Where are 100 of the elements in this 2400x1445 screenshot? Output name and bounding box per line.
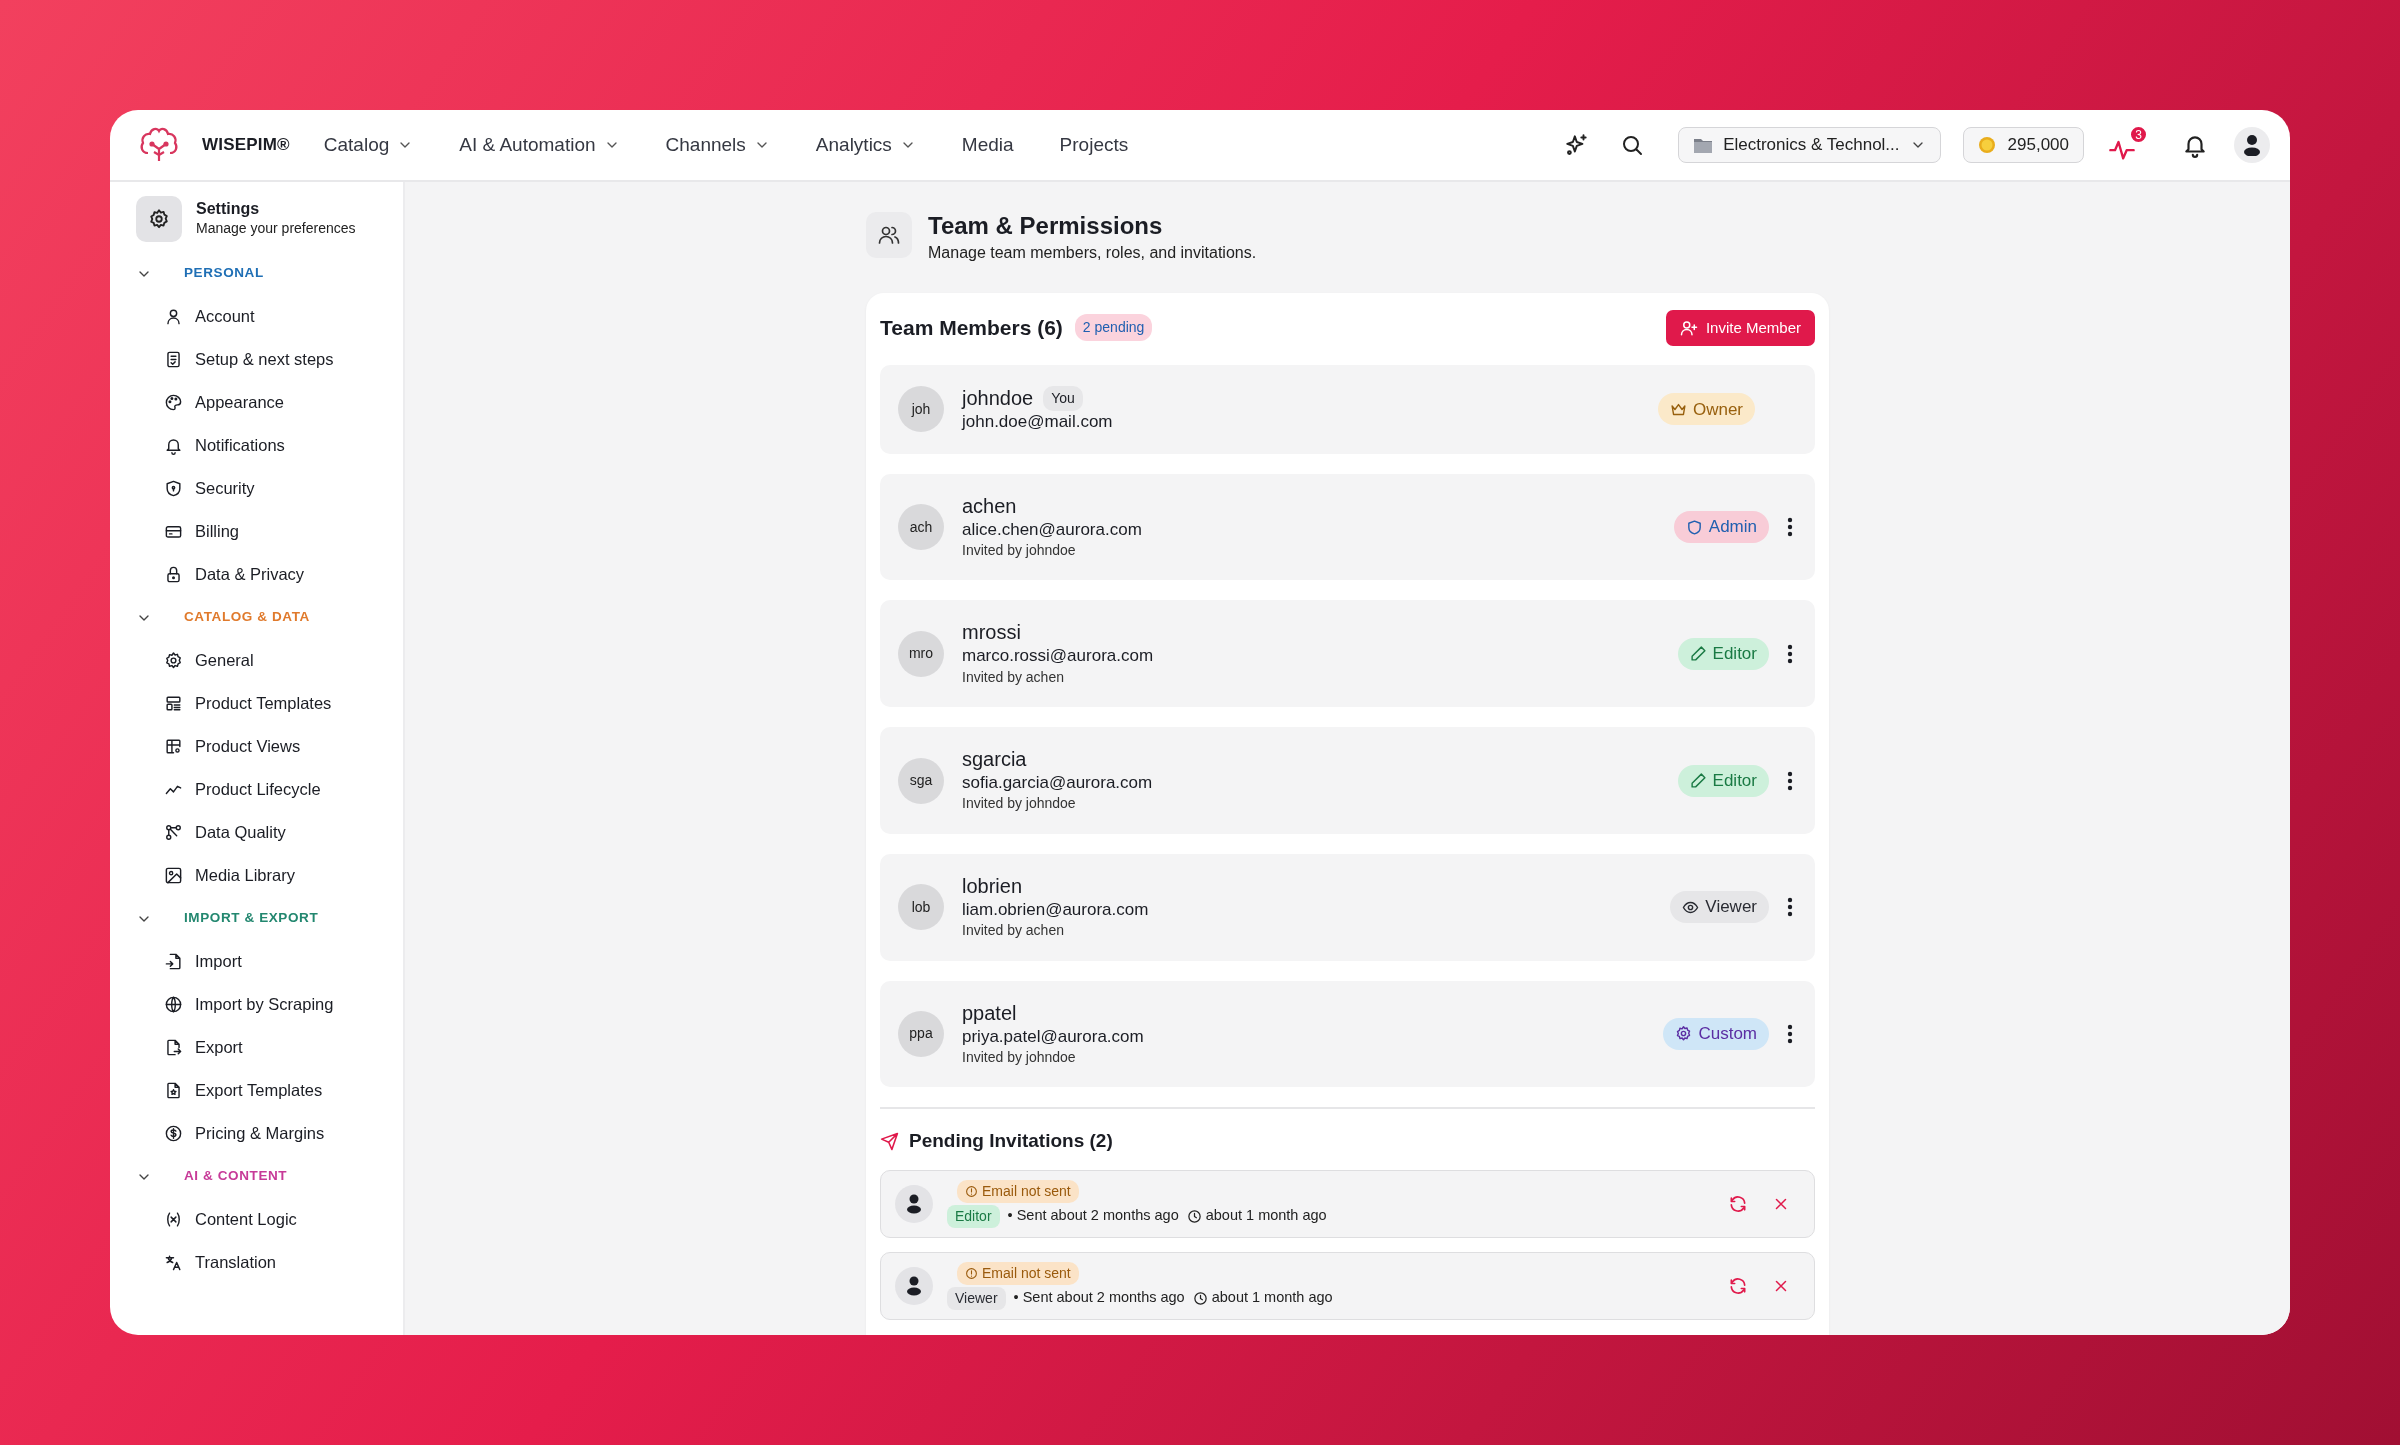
sidebar-item[interactable]: Product Lifecycle [136, 768, 403, 811]
credits-amount: 295,000 [2007, 134, 2069, 157]
folder-icon [1693, 136, 1714, 154]
pencil-icon [1689, 772, 1707, 789]
sidebar-item[interactable]: Data Quality [136, 811, 403, 854]
page-subtitle: Manage team members, roles, and invitations. [928, 242, 1257, 263]
sidebar-item[interactable]: Product Templates [136, 682, 403, 725]
email-status-badge: Email not sent [957, 1179, 1079, 1203]
pencil-icon [1689, 645, 1707, 663]
table-icon [164, 737, 183, 756]
palette-icon [164, 393, 183, 412]
kebab-icon [1787, 897, 1793, 918]
sidebar-item[interactable]: Media Library [136, 854, 403, 897]
section-heading: PERSONAL [184, 264, 264, 283]
template-icon [164, 694, 183, 713]
member-email: sofia.garcia@aurora.com [962, 772, 1153, 795]
search-icon [1620, 133, 1645, 157]
brand-name: WISEPIM® [202, 134, 290, 157]
member-email: john.doe@mail.com [962, 410, 1113, 433]
member-avatar: joh [898, 386, 944, 433]
you-tag: You [1043, 385, 1083, 411]
pending-count-badge: 2 pending [1074, 314, 1153, 342]
checklist-icon [164, 350, 183, 369]
dollar-icon [164, 1124, 183, 1143]
file-export-icon [164, 1038, 183, 1057]
member-email: alice.chen@aurora.com [962, 518, 1142, 541]
kebab-icon [1787, 770, 1793, 791]
member-avatar: sga [898, 757, 944, 804]
image-icon [164, 866, 183, 885]
globe-icon [164, 995, 183, 1014]
alert-icon [965, 1266, 978, 1280]
settings-icon [148, 208, 170, 230]
section-heading: IMPORT & EXPORT [184, 909, 319, 928]
expiry-time-text: about 1 month ago [1205, 1206, 1327, 1226]
nav-menu-item[interactable]: Analytics [815, 130, 916, 160]
member-email: priya.patel@aurora.com [962, 1025, 1144, 1048]
file-star-icon [164, 1081, 183, 1100]
refresh-icon [1728, 1193, 1748, 1214]
member-name: mrossi [962, 620, 1021, 646]
gear-icon [164, 651, 183, 670]
sidebar-item[interactable]: Security [136, 467, 403, 510]
invite-member-button[interactable]: Invite Member [1665, 309, 1815, 346]
invited-by-text: Invited by johndoe [962, 540, 1077, 560]
sent-time-text: • Sent about 2 months ago [1013, 1288, 1185, 1308]
member-email: marco.rossi@aurora.com [962, 645, 1154, 668]
member-name: lobrien [962, 873, 1023, 899]
kebab-icon [1787, 517, 1793, 538]
sidebar-item[interactable]: Import [136, 940, 403, 983]
sidebar-item[interactable]: Pricing & Margins [136, 1112, 403, 1155]
sidebar-item[interactable]: Appearance [136, 381, 403, 424]
refresh-icon [1728, 1275, 1748, 1296]
person-icon [905, 1275, 923, 1296]
sidebar-item[interactable]: Export Templates [136, 1069, 403, 1112]
kebab-icon [1787, 1023, 1793, 1044]
section-heading: AI & CONTENT [184, 1167, 288, 1186]
sidebar-item[interactable]: Notifications [136, 424, 403, 467]
member-avatar: ach [898, 504, 944, 551]
section-heading: CATALOG & DATA [184, 608, 310, 627]
role-badge: Editor [1677, 637, 1769, 670]
person-icon [905, 1193, 923, 1214]
user-plus-icon [1679, 318, 1698, 337]
nav-menu-item[interactable]: Media [961, 130, 1014, 160]
shield-icon [1685, 518, 1703, 536]
bell-icon [164, 436, 183, 455]
sidebar-item[interactable]: Translation [136, 1241, 403, 1284]
invited-by-text: Invited by achen [962, 920, 1065, 940]
workspace-dropdown[interactable]: Electronics & Technol... [1678, 127, 1941, 163]
member-avatar: lob [898, 884, 944, 931]
role-badge: Editor [947, 1204, 1000, 1228]
member-avatar: ppa [898, 1010, 944, 1057]
nav-menu-item[interactable]: AI & Automation [459, 130, 620, 160]
nav-menu-item[interactable]: Projects [1059, 130, 1129, 160]
sent-time-text: • Sent about 2 months ago [1007, 1206, 1179, 1226]
coin-icon [1977, 136, 1996, 154]
send-icon [880, 1132, 899, 1151]
activity-button[interactable]: 3 [2106, 125, 2148, 165]
file-import-icon [164, 952, 183, 971]
sidebar-title: Settings [196, 198, 261, 219]
invited-by-text: Invited by achen [962, 667, 1065, 687]
sidebar-item[interactable]: Setup & next steps [136, 338, 403, 381]
person-icon [164, 307, 183, 326]
sidebar-item[interactable]: Product Views [136, 725, 403, 768]
user-avatar-button[interactable] [2234, 127, 2270, 163]
nodes-icon [164, 823, 183, 842]
sidebar-item[interactable]: Import by Scraping [136, 983, 403, 1026]
role-badge: Viewer [947, 1286, 1006, 1310]
member-name: sgarcia [962, 747, 1027, 773]
sidebar-item[interactable]: Content Logic [136, 1198, 403, 1241]
invited-by-text: Invited by johndoe [962, 794, 1077, 814]
sidebar-item[interactable]: Billing [136, 510, 403, 553]
translate-icon [164, 1253, 183, 1272]
sidebar-item[interactable]: Account [136, 295, 403, 338]
nav-menu-item[interactable]: Catalog [323, 130, 414, 160]
sidebar-item[interactable]: Data & Privacy [136, 553, 403, 596]
sidebar-item[interactable]: Export [136, 1026, 403, 1069]
member-name: ppatel [962, 1000, 1017, 1026]
clock-icon [1186, 1208, 1202, 1224]
sidebar-item[interactable]: General [136, 639, 403, 682]
member-name: johndoe [962, 385, 1034, 411]
nav-menu-item[interactable]: Channels [665, 130, 770, 160]
